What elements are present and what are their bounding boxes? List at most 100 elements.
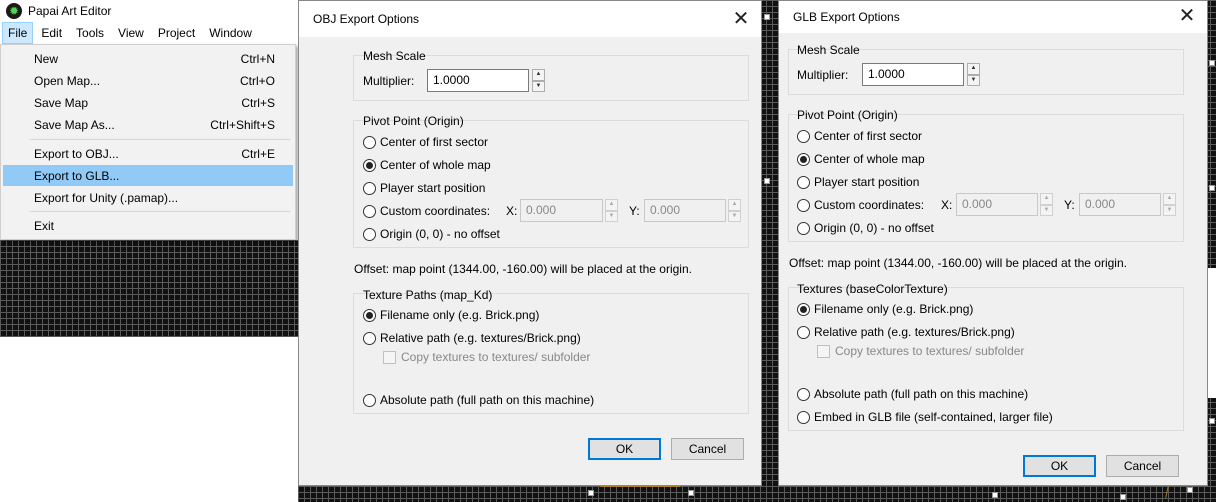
close-icon[interactable]: ✕: [729, 7, 753, 31]
close-icon[interactable]: ✕: [1175, 4, 1199, 28]
radio-whole-map[interactable]: Center of whole map: [363, 158, 491, 172]
ok-button[interactable]: OK: [588, 438, 661, 460]
radio-icon: [797, 387, 810, 401]
copy-textures-checkbox[interactable]: Copy textures to textures/ subfolder: [817, 344, 1024, 358]
menu-item-new[interactable]: New Ctrl+N: [3, 48, 293, 69]
map-vertex[interactable]: [1209, 60, 1215, 66]
map-vertex[interactable]: [588, 490, 594, 496]
multiplier-stepper[interactable]: ▲ ▼: [532, 69, 545, 92]
map-vertex[interactable]: [1209, 185, 1215, 191]
menu-item-label: New: [34, 51, 59, 66]
menu-window[interactable]: Window: [203, 22, 258, 44]
group-title: Pivot Point (Origin): [797, 108, 898, 122]
menu-item-open-map[interactable]: Open Map... Ctrl+O: [3, 70, 293, 91]
radio-custom-coords[interactable]: Custom coordinates:: [797, 198, 924, 212]
checkbox-label: Copy textures to textures/ subfolder: [401, 350, 591, 364]
custom-x-input[interactable]: 0.000: [520, 199, 603, 222]
cancel-button[interactable]: Cancel: [1106, 455, 1179, 477]
menu-item-export-glb[interactable]: Export to GLB...: [3, 165, 293, 186]
spin-down-icon[interactable]: ▼: [728, 210, 741, 222]
radio-label: Center of first sector: [380, 135, 489, 149]
radio-selected-icon: [797, 152, 810, 166]
radio-icon: [797, 410, 810, 424]
map-vertex[interactable]: [992, 492, 998, 498]
radio-icon: [363, 181, 376, 195]
radio-first-sector[interactable]: Center of first sector: [797, 129, 922, 143]
radio-origin[interactable]: Origin (0, 0) - no offset: [797, 221, 934, 235]
menu-item-exit[interactable]: Exit: [3, 215, 293, 236]
menu-item-export-obj[interactable]: Export to OBJ... Ctrl+E: [3, 143, 293, 164]
multiplier-stepper[interactable]: ▲ ▼: [967, 63, 980, 86]
menu-item-save-map[interactable]: Save Map Ctrl+S: [3, 92, 293, 113]
spin-up-icon[interactable]: ▲: [1040, 193, 1053, 205]
radio-first-sector[interactable]: Center of first sector: [363, 135, 488, 149]
menu-item-save-map-as[interactable]: Save Map As... Ctrl+Shift+S: [3, 114, 293, 135]
menu-item-shortcut: Ctrl+O: [239, 73, 275, 88]
radio-embed-glb[interactable]: Embed in GLB file (self-contained, large…: [797, 410, 1053, 424]
spin-down-icon[interactable]: ▼: [1163, 204, 1176, 216]
multiplier-input[interactable]: 1.0000: [862, 63, 964, 86]
spin-up-icon[interactable]: ▲: [532, 69, 545, 81]
dialog-title: OBJ Export Options: [313, 12, 420, 26]
radio-label: Center of whole map: [814, 152, 925, 166]
multiplier-input[interactable]: 1.0000: [427, 69, 529, 92]
glb-export-dialog: GLB Export Options ✕ Mesh Scale Multipli…: [778, 0, 1208, 486]
spin-down-icon[interactable]: ▼: [605, 210, 618, 222]
spin-up-icon[interactable]: ▲: [605, 199, 618, 211]
radio-filename-only[interactable]: Filename only (e.g. Brick.png): [363, 308, 539, 322]
radio-relative-path[interactable]: Relative path (e.g. textures/Brick.png): [797, 325, 1015, 339]
custom-y-stepper[interactable]: ▲ ▼: [1163, 193, 1176, 216]
radio-label: Filename only (e.g. Brick.png): [380, 308, 540, 322]
radio-custom-coords[interactable]: Custom coordinates:: [363, 204, 490, 218]
custom-x-stepper[interactable]: ▲ ▼: [1040, 193, 1053, 216]
multiplier-label: Multiplier:: [363, 74, 415, 88]
radio-player-start[interactable]: Player start position: [363, 181, 485, 195]
menu-file[interactable]: File: [2, 22, 34, 44]
custom-y-input[interactable]: 0.000: [1079, 193, 1161, 216]
menu-item-export-unity[interactable]: Export for Unity (.pamap)...: [3, 187, 293, 208]
group-title: Textures (baseColorTexture): [797, 282, 948, 296]
menu-project[interactable]: Project: [152, 22, 201, 44]
ok-button[interactable]: OK: [1023, 455, 1096, 477]
map-vertex[interactable]: [688, 490, 694, 496]
copy-textures-checkbox[interactable]: Copy textures to textures/ subfolder: [383, 350, 590, 364]
radio-filename-only[interactable]: Filename only (e.g. Brick.png): [797, 302, 973, 316]
radio-selected-icon: [363, 308, 376, 322]
checkbox-label: Copy textures to textures/ subfolder: [835, 344, 1025, 358]
spin-down-icon[interactable]: ▼: [1040, 204, 1053, 216]
cancel-button[interactable]: Cancel: [671, 438, 744, 460]
map-vertex[interactable]: [1209, 418, 1215, 424]
menu-tools[interactable]: Tools: [70, 22, 110, 44]
radio-origin[interactable]: Origin (0, 0) - no offset: [363, 227, 500, 241]
radio-selected-icon: [363, 158, 376, 172]
menu-item-label: Save Map: [34, 95, 89, 110]
radio-relative-path[interactable]: Relative path (e.g. textures/Brick.png): [363, 331, 581, 345]
group-title: Pivot Point (Origin): [363, 114, 464, 128]
map-canvas-left[interactable]: [0, 240, 298, 337]
radio-absolute-path[interactable]: Absolute path (full path on this machine…: [797, 387, 1028, 401]
map-vertex[interactable]: [1187, 487, 1193, 493]
custom-x-stepper[interactable]: ▲ ▼: [605, 199, 618, 222]
spin-up-icon[interactable]: ▲: [967, 63, 980, 75]
custom-y-stepper[interactable]: ▲ ▼: [728, 199, 741, 222]
radio-player-start[interactable]: Player start position: [797, 175, 919, 189]
menu-view[interactable]: View: [112, 22, 150, 44]
map-vertex[interactable]: [764, 178, 770, 184]
menu-item-label: Open Map...: [34, 73, 101, 88]
menu-edit[interactable]: Edit: [35, 22, 68, 44]
spin-up-icon[interactable]: ▲: [1163, 193, 1176, 205]
custom-y-input[interactable]: 0.000: [644, 199, 726, 222]
offset-text: Offset: map point (1344.00, -160.00) wil…: [789, 256, 1127, 270]
spin-down-icon[interactable]: ▼: [967, 74, 980, 86]
spin-up-icon[interactable]: ▲: [728, 199, 741, 211]
spin-down-icon[interactable]: ▼: [532, 80, 545, 92]
radio-label: Relative path (e.g. textures/Brick.png): [380, 331, 581, 345]
radio-whole-map[interactable]: Center of whole map: [797, 152, 925, 166]
custom-x-input[interactable]: 0.000: [956, 193, 1038, 216]
app-logo-icon: ✹: [6, 3, 22, 19]
map-vertex[interactable]: [1120, 494, 1126, 500]
radio-absolute-path[interactable]: Absolute path (full path on this machine…: [363, 393, 594, 407]
radio-label: Custom coordinates:: [380, 204, 491, 218]
map-vertex[interactable]: [764, 14, 770, 20]
radio-label: Origin (0, 0) - no offset: [380, 227, 500, 241]
